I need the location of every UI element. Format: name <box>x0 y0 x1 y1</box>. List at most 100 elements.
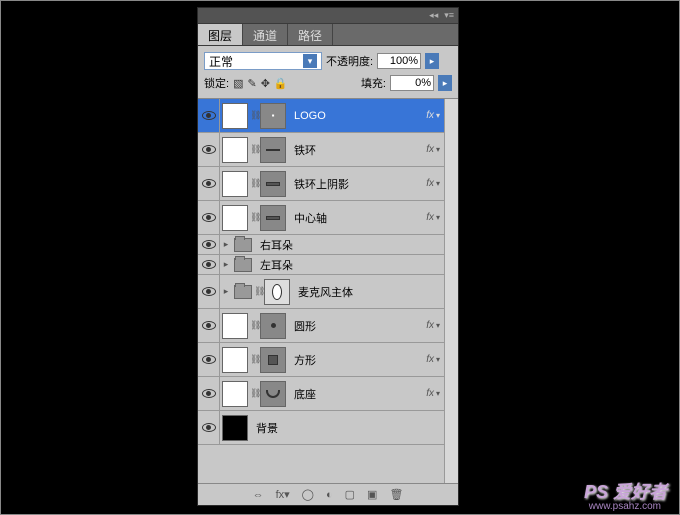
fill-flyout-button[interactable]: ▸ <box>438 75 452 91</box>
layer-row[interactable]: ⛓ 铁环 fx ▾ <box>198 133 444 167</box>
visibility-toggle[interactable] <box>198 201 220 234</box>
tab-channels[interactable]: 通道 <box>243 24 288 45</box>
fx-expand-icon[interactable]: ▾ <box>436 213 444 222</box>
fx-expand-icon[interactable]: ▾ <box>436 111 444 120</box>
expand-icon[interactable]: ▸ <box>220 286 232 297</box>
layer-thumbnail[interactable] <box>222 103 248 129</box>
tab-layers[interactable]: 图层 <box>198 24 243 45</box>
layer-thumbnail[interactable] <box>222 347 248 373</box>
fx-expand-icon[interactable]: ▾ <box>436 355 444 364</box>
folder-icon <box>234 258 252 272</box>
visibility-toggle[interactable] <box>198 275 220 308</box>
layer-thumbnail[interactable] <box>222 171 248 197</box>
layer-name[interactable]: 底座 <box>288 386 426 402</box>
new-layer-icon[interactable]: ▣ <box>367 488 377 501</box>
layer-name[interactable]: 铁环 <box>288 142 426 158</box>
new-folder-icon[interactable]: ▢ <box>345 488 355 501</box>
vector-mask-thumbnail[interactable] <box>264 279 290 305</box>
fx-expand-icon[interactable]: ▾ <box>436 179 444 188</box>
layer-name[interactable]: 中心轴 <box>288 210 426 226</box>
layer-thumbnail[interactable] <box>222 205 248 231</box>
expand-icon[interactable]: ▸ <box>220 259 232 270</box>
layer-row[interactable]: ⛓ ▪ LOGO fx ▾ <box>198 99 444 133</box>
opacity-flyout-button[interactable]: ▸ <box>425 53 439 69</box>
layer-thumbnail[interactable] <box>222 415 248 441</box>
lock-all-icon[interactable]: 🔒 <box>274 77 288 90</box>
layer-row[interactable]: ▸ ⛓ 麦克风主体 <box>198 275 444 309</box>
link-icon: ⛓ <box>250 388 258 399</box>
eye-icon <box>202 389 216 398</box>
layer-thumbnail[interactable] <box>222 313 248 339</box>
tab-paths[interactable]: 路径 <box>288 24 333 45</box>
visibility-toggle[interactable] <box>198 309 220 342</box>
visibility-toggle[interactable] <box>198 133 220 166</box>
visibility-toggle[interactable] <box>198 411 220 444</box>
lock-transparency-icon[interactable]: ▧ <box>233 77 243 90</box>
layer-name[interactable]: 右耳朵 <box>254 237 444 253</box>
layer-row[interactable]: ⛓ 铁环上阴影 fx ▾ <box>198 167 444 201</box>
fx-expand-icon[interactable]: ▾ <box>436 389 444 398</box>
fx-expand-icon[interactable]: ▾ <box>436 321 444 330</box>
dropdown-arrow-icon: ▾ <box>303 54 317 68</box>
layer-name[interactable]: 方形 <box>288 352 426 368</box>
menu-icon[interactable]: ▾≡ <box>444 10 454 21</box>
visibility-toggle[interactable] <box>198 99 220 132</box>
layers-list: ⛓ ▪ LOGO fx ▾ ⛓ 铁环 fx ▾ ⛓ 铁环上阴影 <box>198 99 458 499</box>
eye-icon <box>202 260 216 269</box>
layer-row[interactable]: ⛓ 圆形 fx ▾ <box>198 309 444 343</box>
expand-icon[interactable]: ▸ <box>220 239 232 250</box>
shape-preview-icon <box>266 216 280 220</box>
fx-badge: fx <box>426 388 436 399</box>
visibility-toggle[interactable] <box>198 255 220 274</box>
link-layers-icon[interactable]: ⇔ <box>253 489 264 501</box>
layer-thumbnail[interactable] <box>222 381 248 407</box>
layers-panel: ◂◂ ▾≡ 图层 通道 路径 正常 ▾ 不透明度: ▸ 锁定: ▧ ✎ ✥ 🔒 … <box>197 7 459 506</box>
folder-icon <box>234 238 252 252</box>
mask-thumbnail[interactable] <box>260 171 286 197</box>
fx-badge: fx <box>426 212 436 223</box>
mask-thumbnail[interactable]: ▪ <box>260 103 286 129</box>
eye-icon <box>202 213 216 222</box>
layer-thumbnail[interactable] <box>222 137 248 163</box>
eye-icon <box>202 355 216 364</box>
visibility-toggle[interactable] <box>198 235 220 254</box>
layer-row[interactable]: 背景 <box>198 411 444 445</box>
layer-name[interactable]: 铁环上阴影 <box>288 176 426 192</box>
layer-row[interactable]: ⛓ 中心轴 fx ▾ <box>198 201 444 235</box>
scrollbar[interactable] <box>444 99 458 499</box>
mask-thumbnail[interactable] <box>260 347 286 373</box>
opacity-input[interactable] <box>377 53 421 69</box>
fx-badge: fx <box>426 178 436 189</box>
shape-preview-icon <box>272 284 282 300</box>
blend-mode-value: 正常 <box>209 53 233 70</box>
layer-name[interactable]: 麦克风主体 <box>292 284 444 300</box>
fill-input[interactable] <box>390 75 434 91</box>
adjustment-layer-icon[interactable]: ◐ <box>326 489 333 501</box>
mask-thumbnail[interactable] <box>260 205 286 231</box>
layer-row[interactable]: ⛓ 方形 fx ▾ <box>198 343 444 377</box>
lock-pixels-icon[interactable]: ✎ <box>247 77 256 90</box>
visibility-toggle[interactable] <box>198 343 220 376</box>
panel-tabs: 图层 通道 路径 <box>198 24 458 46</box>
visibility-toggle[interactable] <box>198 167 220 200</box>
link-icon: ⛓ <box>250 354 258 365</box>
lock-position-icon[interactable]: ✥ <box>261 77 270 90</box>
fx-expand-icon[interactable]: ▾ <box>436 145 444 154</box>
layer-name[interactable]: LOGO <box>288 110 426 122</box>
visibility-toggle[interactable] <box>198 377 220 410</box>
layer-row[interactable]: ⛓ 底座 fx ▾ <box>198 377 444 411</box>
layer-row[interactable]: ▸ 右耳朵 <box>198 235 444 255</box>
mask-thumbnail[interactable] <box>260 137 286 163</box>
eye-icon <box>202 321 216 330</box>
delete-layer-icon[interactable]: 🗑 <box>389 488 403 501</box>
add-mask-icon[interactable]: ◯ <box>302 488 314 501</box>
layer-name[interactable]: 左耳朵 <box>254 257 444 273</box>
layer-row[interactable]: ▸ 左耳朵 <box>198 255 444 275</box>
layer-name[interactable]: 圆形 <box>288 318 426 334</box>
mask-thumbnail[interactable] <box>260 313 286 339</box>
mask-thumbnail[interactable] <box>260 381 286 407</box>
blend-mode-select[interactable]: 正常 ▾ <box>204 52 322 70</box>
collapse-icon[interactable]: ◂◂ <box>429 10 438 21</box>
layer-name[interactable]: 背景 <box>250 420 444 436</box>
fx-menu-icon[interactable]: fx▾ <box>276 488 290 501</box>
